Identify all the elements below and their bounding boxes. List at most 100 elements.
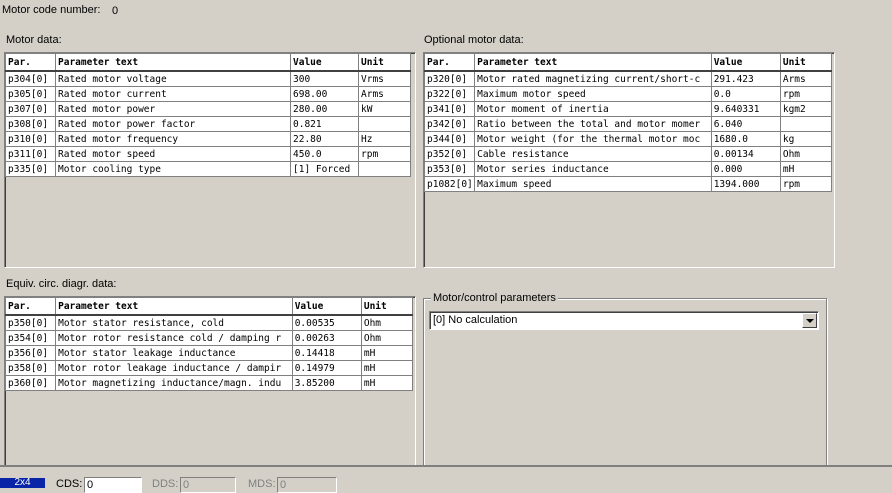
param-unit-cell: rpm — [779, 176, 833, 192]
param-id-cell: p1082[0] — [424, 176, 476, 192]
table-row[interactable]: p307[0] Rated motor power 280.00 kW — [5, 101, 411, 117]
column-header[interactable]: Unit — [360, 297, 414, 316]
column-header[interactable]: Unit — [779, 53, 833, 72]
param-text-cell: Maximum motor speed — [474, 86, 712, 102]
mds-select: 0 — [277, 477, 337, 493]
chevron-down-icon[interactable] — [802, 313, 817, 328]
column-header[interactable]: Parameter text — [55, 297, 293, 316]
cds-value: 0 — [87, 479, 94, 491]
table-row[interactable]: p304[0] Rated motor voltage 300 Vrms — [5, 70, 411, 87]
param-id-cell: p304[0] — [5, 70, 56, 87]
param-id-cell: p305[0] — [5, 86, 56, 102]
cds-select[interactable]: 0 — [84, 477, 142, 493]
table-row[interactable]: p352[0] Cable resistance 0.00134 Ohm — [424, 146, 833, 162]
mds-value: 0 — [280, 479, 287, 491]
param-text-cell: Rated motor power factor — [55, 116, 291, 132]
param-value-cell[interactable]: 698.00 — [290, 86, 359, 102]
param-id-cell: p335[0] — [5, 161, 56, 177]
param-value-cell[interactable]: [1] Forced — [290, 161, 359, 177]
param-id-cell: p320[0] — [424, 70, 476, 87]
column-header[interactable]: Parameter text — [55, 53, 291, 72]
param-id-cell: p322[0] — [424, 86, 476, 102]
param-value-cell[interactable]: 300 — [290, 70, 359, 87]
param-text-cell: Motor weight (for the thermal motor moc — [474, 131, 712, 147]
column-header[interactable]: Value — [291, 297, 362, 316]
param-id-cell: p344[0] — [424, 131, 476, 147]
param-text-cell: Motor rated magnetizing current/short-c — [474, 70, 712, 87]
param-value-cell[interactable]: 1680.0 — [710, 131, 781, 147]
cds-label: CDS: — [56, 478, 83, 490]
motor-data-title: Motor data: — [6, 34, 62, 46]
param-unit-cell: kg — [779, 131, 833, 147]
equiv-circ-panel[interactable]: Par. Parameter text Value Unit p350[0] Motor… — [4, 296, 416, 466]
tab-2x4[interactable]: 2x4 — [0, 478, 45, 488]
param-value-cell[interactable]: 450.0 — [290, 146, 359, 162]
optional-motor-data-panel[interactable]: Par. Parameter text Value Unit p320[0] Motor… — [423, 52, 835, 268]
param-value-cell[interactable]: 291.423 — [710, 70, 781, 87]
param-text-cell: Ratio between the total and motor momer — [474, 116, 712, 132]
param-text-cell: Motor stator resistance, cold — [55, 314, 293, 331]
param-value-cell[interactable]: 0.0 — [710, 86, 781, 102]
table-row[interactable]: p358[0] Motor rotor leakage inductance / … — [5, 360, 414, 376]
param-unit-cell: rpm — [779, 86, 833, 102]
param-value-cell[interactable]: 0.00535 — [291, 314, 362, 331]
motor-data-table[interactable]: Par. Parameter text Value Unit p304[0] Rated… — [5, 53, 411, 177]
param-value-cell[interactable]: 0.14979 — [291, 360, 362, 376]
table-row[interactable]: p344[0] Motor weight (for the thermal mot… — [424, 131, 833, 147]
column-header[interactable]: Par. — [424, 53, 476, 72]
param-text-cell: Motor moment of inertia — [474, 101, 712, 117]
param-text-cell: Rated motor power — [55, 101, 291, 117]
motor-data-panel[interactable]: Par. Parameter text Value Unit p304[0] Rated… — [4, 52, 416, 268]
param-value-cell[interactable]: 0.00263 — [291, 330, 362, 346]
param-value-cell[interactable]: 9.640331 — [710, 101, 781, 117]
param-value-cell[interactable]: 0.821 — [290, 116, 359, 132]
param-value-cell[interactable]: 280.00 — [290, 101, 359, 117]
param-value-cell[interactable]: 22.80 — [290, 131, 359, 147]
param-id-cell: p350[0] — [5, 314, 57, 331]
table-row[interactable]: p308[0] Rated motor power factor 0.821 — [5, 116, 411, 132]
param-value-cell[interactable]: 6.040 — [710, 116, 781, 132]
table-row[interactable]: p350[0] Motor stator resistance, cold 0.00… — [5, 314, 414, 331]
mds-label: MDS: — [248, 478, 276, 490]
param-text-cell: Motor stator leakage inductance — [55, 345, 293, 361]
table-row[interactable]: p353[0] Motor series inductance 0.000 mH — [424, 161, 833, 177]
table-row[interactable]: p356[0] Motor stator leakage inductance 0.… — [5, 345, 414, 361]
table-row[interactable]: p305[0] Rated motor current 698.00 Arms — [5, 86, 411, 102]
column-header[interactable]: Par. — [5, 53, 56, 72]
table-row[interactable]: p310[0] Rated motor frequency 22.80 Hz — [5, 131, 411, 147]
status-bar: 2x4 CDS: 0 DDS: 0 MDS: 0 — [0, 465, 892, 493]
param-value-cell[interactable]: 3.85200 — [291, 375, 362, 391]
dds-value: 0 — [183, 479, 190, 491]
table-header-row: Par. Parameter text Value Unit — [5, 53, 411, 72]
column-header[interactable]: Value — [710, 53, 781, 72]
table-row[interactable]: p320[0] Motor rated magnetizing current/s… — [424, 70, 833, 87]
param-value-cell[interactable]: 1394.000 — [710, 176, 781, 192]
table-row[interactable]: p342[0] Ratio between the total and motor… — [424, 116, 833, 132]
equiv-circ-table[interactable]: Par. Parameter text Value Unit p350[0] Motor… — [5, 297, 414, 391]
table-row[interactable]: p1082[0] Maximum speed 1394.000 rpm — [424, 176, 833, 192]
param-unit-cell: Ohm — [779, 146, 833, 162]
table-row[interactable]: p354[0] Motor rotor resistance cold / dam… — [5, 330, 414, 346]
param-id-cell: p356[0] — [5, 345, 57, 361]
param-value-cell[interactable]: 0.00134 — [710, 146, 781, 162]
param-unit-cell — [358, 116, 411, 132]
column-header[interactable]: Value — [290, 53, 359, 72]
table-row[interactable]: p322[0] Maximum motor speed 0.0 rpm — [424, 86, 833, 102]
column-header[interactable]: Par. — [5, 297, 57, 316]
table-row[interactable]: p335[0] Motor cooling type [1] Forced — [5, 161, 411, 177]
column-header[interactable]: Parameter text — [474, 53, 712, 72]
table-row[interactable]: p360[0] Motor magnetizing inductance/magn… — [5, 375, 414, 391]
table-header-row: Par. Parameter text Value Unit — [424, 53, 833, 72]
param-value-cell[interactable]: 0.14418 — [291, 345, 362, 361]
table-row[interactable]: p311[0] Rated motor speed 450.0 rpm — [5, 146, 411, 162]
table-row[interactable]: p341[0] Motor moment of inertia 9.640331 kg… — [424, 101, 833, 117]
param-value-cell[interactable]: 0.000 — [710, 161, 781, 177]
equiv-circ-title: Equiv. circ. diagr. data: — [6, 278, 117, 290]
motor-control-select[interactable]: [0] No calculation — [429, 311, 819, 330]
optional-motor-data-table[interactable]: Par. Parameter text Value Unit p320[0] Motor… — [424, 53, 833, 192]
param-text-cell: Rated motor speed — [55, 146, 291, 162]
param-unit-cell — [779, 116, 833, 132]
param-unit-cell: rpm — [358, 146, 411, 162]
column-header[interactable]: Unit — [358, 53, 411, 72]
param-id-cell: p311[0] — [5, 146, 56, 162]
